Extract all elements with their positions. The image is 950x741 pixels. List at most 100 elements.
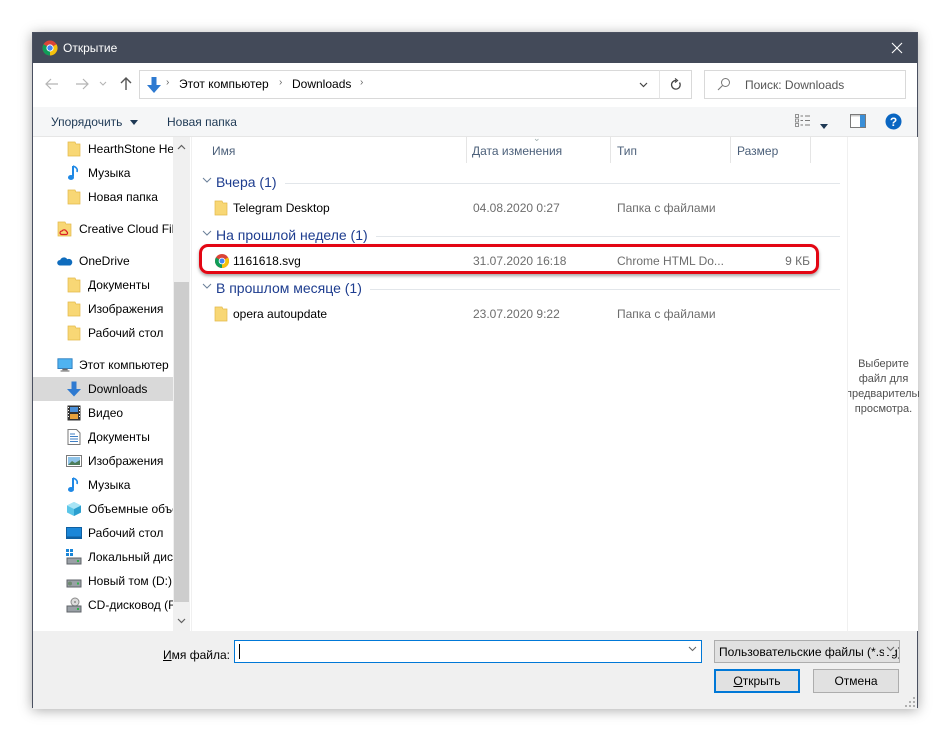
sidebar-item[interactable]: Документы	[33, 273, 173, 297]
video-icon	[66, 405, 82, 421]
sidebar-item-label: Новая папка	[88, 190, 158, 204]
file-list-pane: ⌄ Имя Дата изменения Тип Размер Вчера (1…	[191, 133, 847, 631]
filename-history-dropdown[interactable]	[688, 644, 697, 655]
close-button[interactable]	[877, 33, 917, 63]
sidebar-item[interactable]: Изображения	[33, 449, 173, 473]
chevron-down-icon	[639, 82, 647, 87]
breadcrumb-separator[interactable]: ›	[279, 77, 282, 88]
preview-message: Выберите файл для предварительного просм…	[848, 357, 919, 417]
sidebar-item[interactable]: Видео	[33, 401, 173, 425]
address-bar[interactable]: › Этот компьютер › Downloads ›	[139, 70, 692, 99]
sidebar-item[interactable]: Объемные объекты	[33, 497, 173, 521]
sidebar-item-label: HearthStone Hearth	[88, 142, 173, 156]
breadcrumb-downloads[interactable]: Downloads	[292, 77, 351, 91]
command-bar: Упорядочить Новая папка ?	[33, 107, 917, 137]
sidebar-item-label: CD-дисковод (F:)	[88, 598, 173, 612]
navigation-bar: › Этот компьютер › Downloads › Поиск: Do…	[33, 63, 917, 107]
help-button[interactable]: ?	[885, 113, 902, 133]
folder-icon	[214, 200, 230, 216]
group-divider	[285, 183, 840, 184]
scroll-down-button[interactable]	[173, 613, 190, 629]
search-icon	[717, 78, 730, 91]
back-button[interactable]	[43, 75, 61, 93]
group-header[interactable]: Вчера (1)	[200, 173, 840, 193]
address-dropdown-button[interactable]	[628, 71, 658, 98]
breadcrumb-this-pc[interactable]: Этот компьютер	[179, 77, 269, 91]
downloads-icon	[147, 77, 161, 93]
open-label-rest: ткрыть	[742, 674, 781, 688]
arrow-right-icon	[76, 78, 89, 90]
sidebar-item[interactable]: Музыка	[33, 161, 173, 185]
sidebar-item[interactable]: Локальный диск (C:)	[33, 545, 173, 569]
breadcrumb-separator[interactable]: ›	[360, 77, 363, 88]
column-header-name[interactable]: Имя	[192, 137, 467, 163]
help-icon: ?	[885, 113, 902, 130]
sidebar-item[interactable]: Рабочий стол	[33, 321, 173, 345]
open-button[interactable]: Открыть	[714, 669, 800, 693]
sidebar-item[interactable]: OneDrive	[33, 249, 173, 273]
sidebar-item-label: OneDrive	[79, 254, 130, 268]
sidebar-item-label: Музыка	[88, 166, 131, 180]
preview-message-line: файл для	[858, 373, 909, 385]
group-header[interactable]: На прошлой неделе (1)	[200, 226, 840, 246]
file-row[interactable]: opera autoupdate 23.07.2020 9:22 Папка с ф…	[200, 303, 840, 325]
chevron-down-icon	[688, 646, 697, 652]
sidebar-item[interactable]: Creative Cloud Files	[33, 217, 173, 241]
sidebar-item-label: Рабочий стол	[88, 526, 164, 540]
change-view-button[interactable]	[795, 114, 811, 131]
sidebar-item-label: Изображения	[88, 454, 164, 468]
new-folder-button[interactable]: Новая папка	[167, 115, 237, 129]
navigation-scrollbar[interactable]	[173, 137, 190, 631]
up-button[interactable]	[117, 75, 135, 93]
view-options-dropdown[interactable]	[820, 118, 828, 132]
sidebar-item[interactable]: Документы	[33, 425, 173, 449]
preview-pane: Выберите файл для предварительного просм…	[847, 137, 919, 631]
file-type-filter-select[interactable]: Пользовательские файлы (*.svg)	[714, 640, 900, 663]
filter-dropdown-arrow	[884, 644, 895, 655]
recent-locations-button[interactable]	[97, 75, 109, 93]
chevron-down-icon	[886, 646, 895, 652]
file-row[interactable]: Telegram Desktop 04.08.2020 0:27 Папка с ф…	[200, 197, 840, 219]
creative-cloud-folder-icon	[57, 221, 73, 237]
file-type: Папка с файлами	[617, 201, 716, 215]
arrow-left-icon	[45, 78, 58, 90]
column-header-date[interactable]: Дата изменения	[467, 137, 611, 163]
scrollbar-thumb[interactable]	[174, 282, 189, 602]
sidebar-item[interactable]: Рабочий стол	[33, 521, 173, 545]
resize-grip-icon[interactable]	[905, 697, 915, 707]
folder-icon	[66, 277, 82, 293]
breadcrumb-separator: ›	[166, 77, 170, 88]
chevron-down-icon	[177, 618, 186, 624]
cancel-button[interactable]: Отмена	[813, 669, 899, 693]
preview-message-line: предварительного	[848, 388, 919, 400]
organize-menu-button[interactable]: Упорядочить	[51, 115, 138, 129]
downloads-icon	[66, 381, 82, 397]
window-title: Открытие	[63, 41, 118, 55]
sidebar-item[interactable]: Изображения	[33, 297, 173, 321]
refresh-icon	[670, 78, 681, 90]
sidebar-item[interactable]: HearthStone Hearth	[33, 137, 173, 161]
file-name: Telegram Desktop	[233, 201, 330, 215]
sidebar-item[interactable]: Новый том (D:)	[33, 569, 173, 593]
sidebar-item[interactable]: Этот компьютер	[33, 353, 173, 377]
preview-pane-toggle[interactable]	[850, 114, 866, 131]
sidebar-item[interactable]: Downloads	[33, 377, 173, 401]
chevron-down-icon	[99, 81, 107, 86]
sidebar-item-label: Документы	[88, 430, 150, 444]
column-header-type[interactable]: Тип	[611, 137, 731, 163]
group-header[interactable]: В прошлом месяце (1)	[200, 279, 840, 299]
group-divider	[376, 236, 840, 237]
caret-down-icon	[129, 120, 138, 126]
search-box[interactable]: Поиск: Downloads	[704, 70, 906, 99]
column-header-size[interactable]: Размер	[731, 137, 811, 163]
scroll-up-button[interactable]	[173, 139, 190, 155]
chevron-down-icon	[202, 228, 212, 240]
desktop-icon	[66, 525, 82, 541]
sidebar-item[interactable]: CD-дисковод (F:)	[33, 593, 173, 617]
refresh-button[interactable]	[659, 70, 692, 99]
sidebar-item[interactable]: Новая папка	[33, 185, 173, 209]
forward-button[interactable]	[73, 75, 91, 93]
sidebar-item[interactable]: Музыка	[33, 473, 173, 497]
file-date: 23.07.2020 9:22	[473, 307, 560, 321]
filename-input[interactable]	[234, 640, 702, 663]
